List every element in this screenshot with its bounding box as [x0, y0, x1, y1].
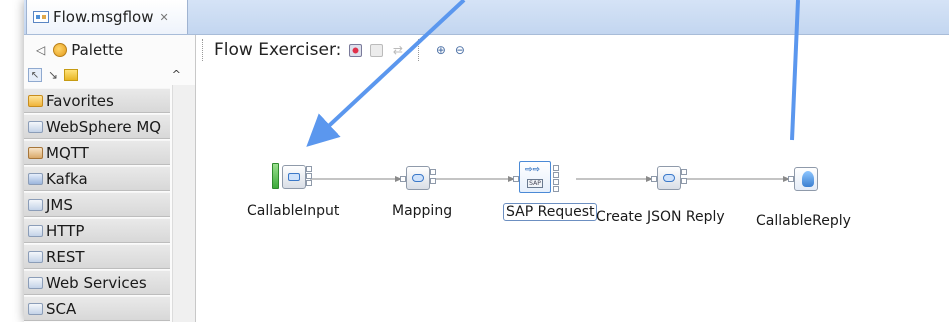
sap-request-icon: ⇨⇨ SAP	[519, 161, 551, 193]
palette-header[interactable]: ◁ Palette	[24, 35, 195, 65]
drawer-label: Kafka	[46, 169, 88, 188]
drawer-label: MQTT	[46, 143, 89, 162]
output-terminal[interactable]	[681, 169, 687, 175]
zoom-out-icon[interactable]: ⊖	[453, 43, 466, 57]
send-message-icon[interactable]	[370, 43, 384, 57]
drawer-label: HTTP	[46, 221, 85, 240]
marquee-tool-icon[interactable]	[64, 69, 78, 81]
flow-editor-canvas[interactable]: Flow Exerciser: ⇄ ⊕ ⊖ CallableInput Mapp…	[196, 35, 949, 322]
msgflow-file-icon	[33, 11, 49, 23]
collapse-palette-icon[interactable]: ◁	[36, 43, 45, 57]
drawer-rest[interactable]: REST	[24, 244, 170, 269]
palette-title: Palette	[71, 41, 124, 59]
drawer-label: REST	[46, 247, 85, 266]
close-icon[interactable]: ✕	[159, 11, 168, 24]
drawer-sca[interactable]: SCA	[24, 296, 170, 321]
output-terminal[interactable]	[553, 165, 559, 171]
sca-icon	[28, 302, 43, 315]
palette-tools: ↖ ↘ ^	[24, 65, 195, 85]
view-path-icon[interactable]: ⇄	[391, 43, 404, 57]
output-terminal[interactable]	[306, 173, 312, 179]
flow-exerciser-toolbar: Flow Exerciser: ⇄ ⊕ ⊖	[196, 35, 949, 65]
window-frame: Flow.msgflow ✕ ◁ Palette ↖ ↘ ^ Favorites…	[24, 0, 949, 322]
drawer-favorites[interactable]: Favorites	[24, 88, 170, 113]
output-terminal[interactable]	[306, 166, 312, 172]
drawer-jms[interactable]: JMS	[24, 192, 170, 217]
websphere-mq-icon	[28, 120, 43, 133]
drawer-label: JMS	[46, 195, 73, 214]
drawer-websphere-mq[interactable]: WebSphere MQ	[24, 114, 170, 139]
rest-icon	[28, 250, 43, 263]
callable-reply-icon	[794, 167, 818, 191]
start-recording-icon[interactable]	[349, 43, 363, 57]
tab-title: Flow.msgflow	[53, 8, 154, 26]
mqtt-icon	[28, 146, 43, 159]
node-mapping[interactable]	[396, 161, 440, 197]
drawer-label: WebSphere MQ	[46, 117, 162, 136]
editor-tab-bar: Flow.msgflow ✕	[24, 0, 949, 35]
toolbar-separator	[418, 39, 420, 61]
toolbar-separator	[202, 39, 204, 61]
scroll-up-icon[interactable]: ^	[172, 65, 181, 85]
drawer-kafka[interactable]: Kafka	[24, 166, 170, 191]
flow-exerciser-label: Flow Exerciser:	[214, 40, 342, 60]
mapping-icon	[406, 166, 430, 190]
output-terminal[interactable]	[553, 179, 559, 185]
node-create-json-reply[interactable]	[647, 163, 691, 199]
http-icon	[28, 224, 43, 237]
connection-tool-icon[interactable]: ↘	[46, 68, 60, 82]
drawer-web-services[interactable]: Web Services	[24, 270, 170, 295]
output-terminal[interactable]	[553, 172, 559, 178]
drawer-label: Favorites	[46, 91, 114, 110]
node-label-create-json-reply: Create JSON Reply	[596, 209, 725, 225]
callable-input-icon	[282, 165, 306, 189]
drawer-label: SCA	[46, 299, 77, 318]
node-callable-input[interactable]	[272, 161, 316, 197]
palette-panel: ◁ Palette ↖ ↘ ^ Favorites WebSphere MQ M…	[24, 35, 196, 322]
node-label-mapping: Mapping	[392, 203, 453, 219]
selection-tool-icon[interactable]: ↖	[28, 68, 42, 82]
output-terminal[interactable]	[681, 178, 687, 184]
drawer-mqtt[interactable]: MQTT	[24, 140, 170, 165]
node-sap-request[interactable]: ⇨⇨ SAP	[509, 159, 563, 199]
input-marker-icon	[272, 163, 279, 189]
output-terminal[interactable]	[430, 169, 436, 175]
output-terminal[interactable]	[306, 180, 312, 186]
favorites-icon	[28, 94, 43, 107]
drawer-http[interactable]: HTTP	[24, 218, 170, 243]
kafka-icon	[28, 172, 43, 185]
output-terminal[interactable]	[553, 186, 559, 192]
jms-icon	[28, 198, 43, 211]
sap-badge: SAP	[527, 179, 543, 188]
web-services-icon	[28, 276, 43, 289]
compute-node-icon	[657, 166, 681, 190]
zoom-in-icon[interactable]: ⊕	[434, 43, 447, 57]
tab-flow-msgflow[interactable]: Flow.msgflow ✕	[26, 0, 188, 34]
drawer-label: Web Services	[46, 273, 147, 292]
node-label-callable-reply: CallableReply	[756, 213, 851, 229]
output-terminal[interactable]	[430, 178, 436, 184]
node-label-callable-input: CallableInput	[247, 203, 340, 219]
node-callable-reply[interactable]	[784, 165, 824, 201]
node-label-sap-request[interactable]: SAP Request	[503, 203, 598, 221]
palette-scrollbar[interactable]	[172, 85, 195, 322]
palette-icon	[53, 43, 68, 57]
palette-drawer-list: Favorites WebSphere MQ MQTT Kafka JMS HT…	[24, 88, 170, 322]
